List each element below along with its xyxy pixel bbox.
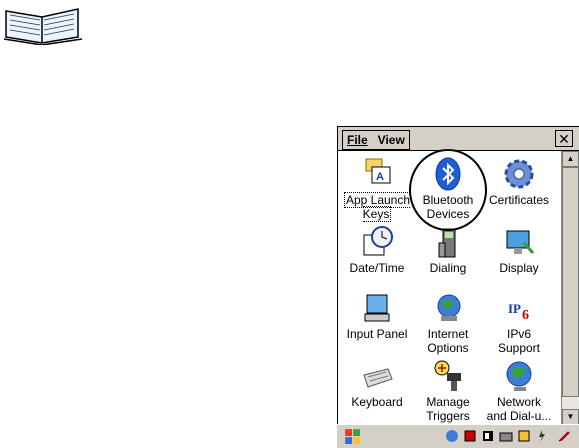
manage-triggers-icon	[434, 360, 461, 391]
item-label: Network and Dial-u...	[486, 395, 552, 423]
close-button[interactable]: ✕	[555, 130, 573, 147]
item-label: Bluetooth Devices	[422, 193, 474, 221]
item-label: Date/Time	[349, 261, 405, 275]
date-time-icon	[363, 226, 393, 256]
item-bluetooth-devices[interactable]: Bluetooth Devices	[411, 155, 485, 221]
item-label: Dialing	[429, 261, 467, 275]
power-tray-icon[interactable]	[535, 429, 549, 443]
menu-bar: File View ✕	[338, 127, 579, 151]
keyboard-tray-icon[interactable]	[499, 429, 513, 443]
svg-text:A: A	[376, 171, 384, 183]
signal-tray-icon[interactable]	[481, 429, 495, 443]
network-tray-icon[interactable]	[445, 429, 459, 443]
control-panel-window: File View ✕ A App Launch Keys Bluetooth …	[337, 126, 579, 448]
vertical-scrollbar[interactable]: ▲ ▼	[561, 151, 579, 425]
note-book-icon	[3, 8, 83, 45]
input-panel-icon	[364, 294, 390, 322]
item-display[interactable]: Display	[482, 223, 556, 275]
item-label: Input Panel	[346, 327, 408, 341]
bluetooth-icon	[435, 157, 461, 191]
display-icon	[506, 230, 535, 255]
svg-text:IP: IP	[508, 301, 521, 316]
item-certificates[interactable]: Certificates	[482, 155, 556, 207]
start-windows-flag-icon[interactable]	[343, 428, 361, 444]
pen-tray-icon[interactable]	[557, 429, 571, 443]
item-dialing[interactable]: Dialing	[411, 223, 485, 275]
battery-tray-icon[interactable]	[463, 429, 477, 443]
ipv6-icon: IP 6	[508, 301, 529, 323]
item-label: IPv6 Support	[497, 327, 541, 355]
item-manage-triggers[interactable]: Manage Triggers	[411, 357, 485, 423]
item-keyboard[interactable]: Keyboard	[340, 357, 414, 409]
item-app-launch-keys[interactable]: A App Launch Keys	[340, 155, 414, 222]
internet-options-icon	[437, 294, 461, 321]
item-label: Certificates	[488, 193, 550, 207]
menu-group: File View	[342, 130, 410, 150]
item-network-dial-up[interactable]: Network and Dial-u...	[482, 357, 556, 423]
item-label: Manage Triggers	[426, 395, 470, 423]
item-label: Keyboard	[351, 395, 403, 409]
item-date-time[interactable]: Date/Time	[340, 223, 414, 275]
svg-text:6: 6	[522, 308, 529, 323]
scroll-down-button[interactable]: ▼	[562, 409, 579, 425]
scroll-up-button[interactable]: ▲	[562, 151, 579, 167]
input-tray-icon[interactable]	[517, 429, 531, 443]
keyboard-icon	[363, 368, 393, 388]
menu-file[interactable]: File	[347, 133, 368, 147]
taskbar	[337, 424, 579, 448]
item-label: Display	[499, 261, 539, 275]
scroll-thumb[interactable]	[562, 167, 579, 397]
certificates-gear-icon	[504, 159, 534, 189]
item-label: App Launch Keys	[343, 192, 411, 222]
item-input-panel[interactable]: Input Panel	[340, 289, 414, 341]
item-internet-options[interactable]: Internet Options	[411, 289, 485, 355]
network-icon	[506, 361, 532, 391]
item-label: Internet Options	[427, 327, 469, 355]
icon-grid: A App Launch Keys Bluetooth Devices Cert…	[338, 151, 560, 425]
dialing-phone-icon	[438, 228, 456, 258]
item-ipv6-support[interactable]: IP 6 IPv6 Support	[482, 289, 556, 355]
menu-view[interactable]: View	[378, 133, 405, 147]
app-launch-keys-icon: A	[365, 158, 391, 184]
